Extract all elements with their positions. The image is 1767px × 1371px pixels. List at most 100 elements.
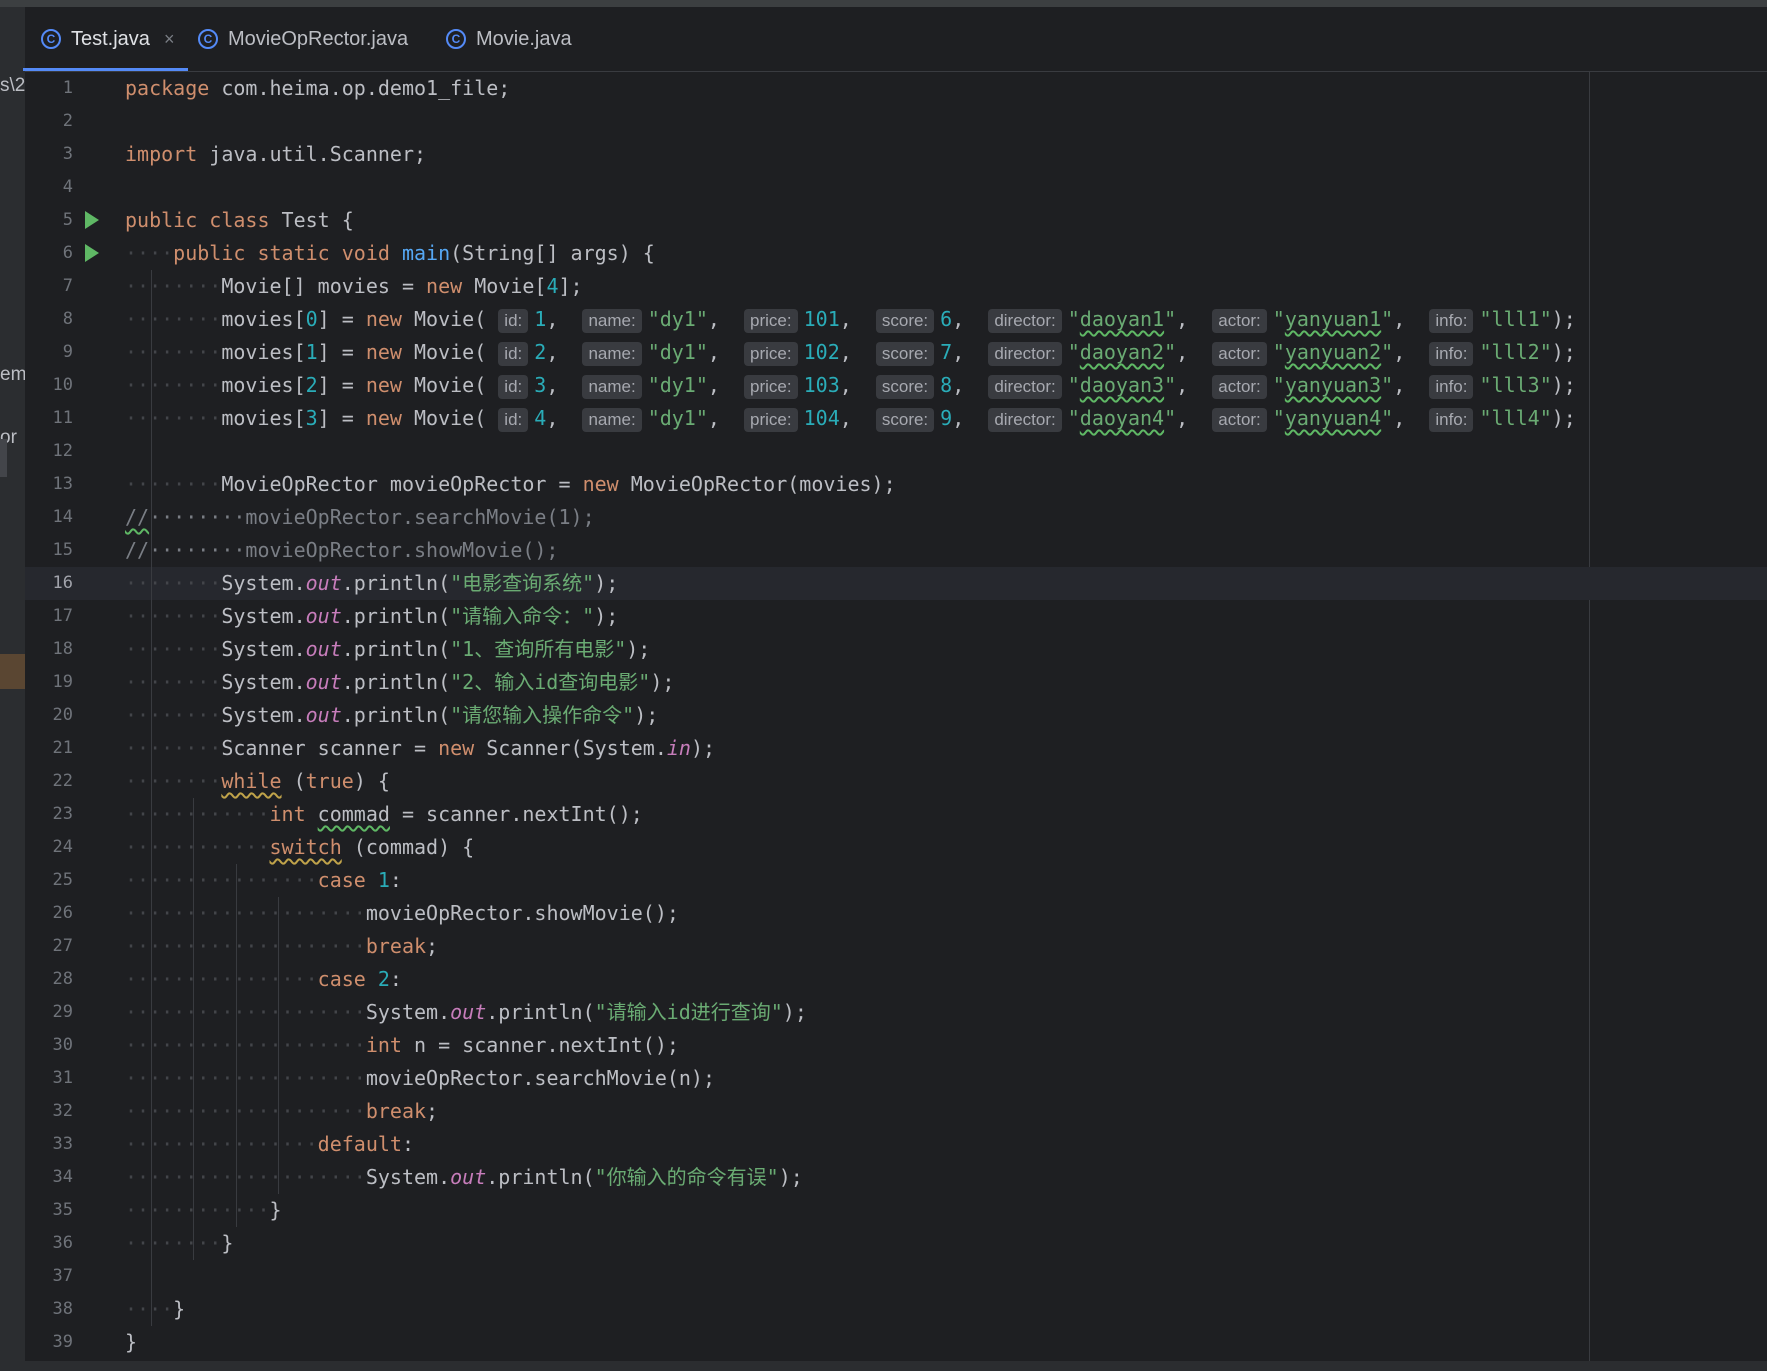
code-line[interactable]: 11 ········movies[3] = new Movie( id: 4, n…	[25, 402, 1767, 435]
code-line[interactable]: 32 ····················break;	[25, 1095, 1767, 1128]
code-token: 2	[534, 340, 547, 364]
code-line[interactable]: 16 ········System.out.println("电影查询系统");	[25, 567, 1767, 600]
code-token: break	[365, 934, 427, 958]
parameter-hint: info:	[1429, 309, 1474, 333]
tab-test-java[interactable]: C Test.java ×	[22, 7, 189, 71]
code-line[interactable]: 38 ····}	[25, 1293, 1767, 1326]
code-line[interactable]: 8 ········movies[0] = new Movie( id: 1, na…	[25, 303, 1767, 336]
line-number: 34	[52, 1167, 73, 1187]
code-line[interactable]: 36 ········}	[25, 1227, 1767, 1260]
code-token: "lll2"	[1479, 340, 1552, 364]
parameter-hint: price:	[744, 375, 798, 399]
code-token: .println(	[341, 703, 451, 727]
code-text: import java.util.Scanner;	[125, 138, 426, 171]
code-line[interactable]: 4	[25, 171, 1767, 204]
line-number: 23	[52, 804, 73, 824]
code-line[interactable]: 31 ····················movieOpRector.sear…	[25, 1062, 1767, 1095]
code-token: out	[305, 703, 342, 727]
code-token: ] =	[317, 406, 366, 430]
line-number: 39	[52, 1332, 73, 1352]
code-token: new	[438, 736, 475, 760]
run-gutter-icon[interactable]	[85, 211, 99, 229]
code-token: = scanner.nextInt();	[389, 802, 643, 826]
code-line[interactable]: 35 ············}	[25, 1194, 1767, 1227]
code-line[interactable]: 7 ········Movie[] movies = new Movie[4];	[25, 270, 1767, 303]
code-token: movies[	[221, 340, 306, 364]
code-line[interactable]: 28 ················case 2:	[25, 963, 1767, 996]
code-line[interactable]: 25 ················case 1:	[25, 864, 1767, 897]
code-line[interactable]: 21 ········Scanner scanner = new Scanner(…	[25, 732, 1767, 765]
code-token: );	[594, 571, 619, 595]
code-line[interactable]: 9 ········movies[1] = new Movie( id: 2, na…	[25, 336, 1767, 369]
code-line[interactable]: 34 ····················System.out.println…	[25, 1161, 1767, 1194]
indent-guide	[151, 270, 152, 1326]
code-token: "	[1067, 307, 1080, 331]
code-token: public static void	[173, 241, 390, 265]
code-line[interactable]: 30 ····················int n = scanner.ne…	[25, 1029, 1767, 1062]
code-token: movies[	[221, 373, 306, 397]
code-line[interactable]: 19 ········System.out.println("2、输入id查询电影…	[25, 666, 1767, 699]
close-icon[interactable]: ×	[164, 29, 175, 50]
code-token: ,	[952, 340, 989, 364]
code-token: ········	[125, 1231, 222, 1255]
code-line[interactable]: 17 ········System.out.println("请输入命令：");	[25, 600, 1767, 633]
code-token: ········movieOpRector.searchMovie(1);	[149, 505, 595, 529]
code-line[interactable]: 1 package com.heima.op.demo1_file;	[25, 72, 1767, 105]
code-token: ····	[125, 1297, 174, 1321]
code-token: }	[125, 1330, 138, 1354]
code-editor[interactable]: 1 package com.heima.op.demo1_file; 2 3 impor…	[25, 72, 1767, 1361]
code-token: new	[365, 307, 402, 331]
parameter-hint: actor:	[1212, 342, 1267, 366]
code-token: "	[1381, 340, 1394, 364]
code-line[interactable]: 10 ········movies[2] = new Movie( id: 3, n…	[25, 369, 1767, 402]
code-token: case	[317, 868, 366, 892]
code-token: ········	[125, 769, 222, 793]
tab-movie-java[interactable]: C Movie.java	[446, 7, 572, 71]
code-line[interactable]: 24 ············switch (commad) {	[25, 831, 1767, 864]
code-token: movieOpRector.searchMovie(n);	[365, 1066, 716, 1090]
code-text: ················case 2:	[125, 963, 402, 996]
code-line[interactable]: 13 ········MovieOpRector movieOpRector = …	[25, 468, 1767, 501]
code-line[interactable]: 6 ····public static void main(String[] ar…	[25, 237, 1767, 270]
code-line[interactable]: 22 ········while (true) {	[25, 765, 1767, 798]
code-token: "dy1"	[647, 373, 708, 397]
indent-guide	[278, 897, 279, 1194]
code-line[interactable]: 14 //········movieOpRector.searchMovie(1)…	[25, 501, 1767, 534]
code-text: ········while (true) {	[125, 765, 390, 798]
code-line[interactable]: 26 ····················movieOpRector.show…	[25, 897, 1767, 930]
code-line[interactable]: 18 ········System.out.println("1、查询所有电影")…	[25, 633, 1767, 666]
code-line[interactable]: 5 public class Test {	[25, 204, 1767, 237]
code-line[interactable]: 37	[25, 1260, 1767, 1293]
code-line[interactable]: 12	[25, 435, 1767, 468]
code-line[interactable]: 33 ················default:	[25, 1128, 1767, 1161]
code-line[interactable]: 29 ····················System.out.println…	[25, 996, 1767, 1029]
code-token: ) {	[353, 769, 390, 793]
code-line[interactable]: 3 import java.util.Scanner;	[25, 138, 1767, 171]
code-token: .println(	[341, 604, 451, 628]
code-token: "你输入的命令有误"	[594, 1165, 779, 1189]
code-token: out	[450, 1165, 487, 1189]
project-panel-edge[interactable]: s\2 em or	[0, 7, 25, 1361]
code-line[interactable]: 27 ····················break;	[25, 930, 1767, 963]
code-token: 101	[803, 307, 840, 331]
parameter-hint: info:	[1429, 408, 1474, 432]
code-token: ········	[125, 703, 222, 727]
code-token: Test {	[269, 208, 354, 232]
code-text: ········System.out.println("请您输入操作命令");	[125, 699, 658, 732]
code-token: break	[365, 1099, 427, 1123]
code-line[interactable]: 2	[25, 105, 1767, 138]
code-token: );	[594, 604, 619, 628]
code-line[interactable]: 39}	[25, 1326, 1767, 1359]
code-token: "	[1272, 373, 1285, 397]
code-token: );	[1551, 406, 1576, 430]
code-line[interactable]: 20 ········System.out.println("请您输入操作命令")…	[25, 699, 1767, 732]
run-gutter-icon[interactable]	[85, 244, 99, 262]
code-line[interactable]: 23 ············int commad = scanner.nextI…	[25, 798, 1767, 831]
code-token: );	[1551, 373, 1576, 397]
code-token: 1	[534, 307, 547, 331]
code-token: out	[450, 1000, 487, 1024]
parameter-hint: price:	[744, 342, 798, 366]
tab-movieoprector-java[interactable]: C MovieOpRector.java	[198, 7, 408, 71]
code-line[interactable]: 15 //········movieOpRector.showMovie();	[25, 534, 1767, 567]
